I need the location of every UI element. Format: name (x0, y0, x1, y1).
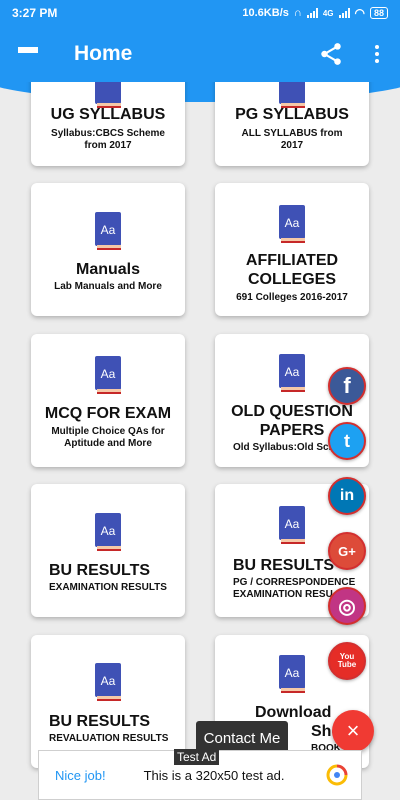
svg-text:Aa: Aa (101, 524, 116, 538)
book-icon: Aa (279, 655, 305, 693)
google-plus-button[interactable]: G+ (328, 532, 366, 570)
svg-text:Aa: Aa (285, 365, 300, 379)
ad-logo-icon (326, 764, 348, 786)
card-title: Manuals (75, 261, 140, 278)
card-title: BU RESULTS (49, 562, 151, 579)
card-title: PG SYLLABUS (235, 106, 349, 123)
svg-text:Aa: Aa (101, 674, 116, 688)
book-icon: Aa (279, 506, 305, 544)
card-title: UG SYLLABUS (50, 106, 166, 123)
book-icon: Aa (279, 205, 305, 243)
card-title: MCQ FOR EXAM (44, 405, 172, 422)
book-icon: Aa (95, 513, 121, 551)
svg-text:Aa: Aa (285, 517, 300, 531)
status-time: 3:27 PM (12, 6, 58, 20)
card-ug-syllabus[interactable]: UG SYLLABUS Syllabus:CBCS Scheme from 20… (31, 82, 185, 166)
youtube-button[interactable]: You Tube (328, 642, 366, 680)
status-bar: 3:27 PM 10.6KB/s ∩ 4G ◠ 88 (0, 0, 400, 26)
card-subtitle: 2017 (280, 140, 304, 151)
hamburger-icon (18, 47, 38, 61)
twitter-icon: t (344, 430, 350, 451)
card-manuals[interactable]: Aa Manuals Lab Manuals and More (31, 183, 185, 316)
card-subtitle: Syllabus:CBCS Scheme (51, 128, 165, 139)
overflow-menu-button[interactable] (354, 26, 400, 82)
instagram-button[interactable]: ◎ (328, 587, 366, 625)
svg-text:Aa: Aa (101, 367, 116, 381)
card-pg-syllabus[interactable]: PG SYLLABUS ALL SYLLABUS from 2017 (215, 82, 369, 166)
card-subtitle: ALL SYLLABUS from (241, 128, 343, 139)
book-icon: Aa (95, 212, 121, 250)
card-title: AFFILIATED (245, 252, 339, 269)
ad-banner[interactable]: Test Ad Nice job! This is a 320x50 test … (38, 749, 362, 800)
card-title: BU RESULTS (49, 713, 151, 730)
ad-label: Test Ad (174, 749, 220, 765)
twitter-button[interactable]: t (328, 422, 366, 460)
headset-icon: ∩ (293, 7, 302, 19)
card-title: COLLEGES (247, 271, 336, 288)
instagram-icon: ◎ (338, 595, 356, 618)
more-vert-icon (375, 45, 379, 63)
facebook-icon: f (343, 373, 351, 398)
card-subtitle: 691 Colleges 2016-2017 (236, 292, 348, 303)
card-subtitle: Aptitude and More (64, 438, 152, 449)
book-icon: Aa (95, 356, 121, 394)
linkedin-button[interactable]: in (328, 477, 366, 515)
svg-text:Aa: Aa (101, 223, 116, 237)
page-title: Home (74, 42, 133, 65)
card-subtitle: EXAMINATION RESULTS (49, 582, 167, 593)
signal-icon (306, 8, 318, 18)
linkedin-icon: in (339, 487, 355, 504)
card-grid[interactable]: UG SYLLABUS Syllabus:CBCS Scheme from 20… (0, 82, 400, 800)
network-speed: 10.6KB/s (242, 7, 289, 19)
card-subtitle: Lab Manuals and More (54, 281, 162, 292)
card-subtitle: Multiple Choice QAs for (51, 426, 165, 437)
card-subtitle: from 2017 (84, 140, 132, 151)
card-subtitle: REVALUATION RESULTS (49, 733, 169, 744)
ad-text: This is a 320x50 test ad. (143, 767, 285, 783)
menu-button[interactable] (0, 26, 56, 82)
app-bar: Home (0, 26, 400, 82)
card-bu-results-reval[interactable]: Aa BU RESULTS REVALUATION RESULTS (31, 635, 185, 768)
contact-fab[interactable]: × (332, 710, 374, 752)
battery-icon: 88 (369, 7, 388, 19)
network-type: 4G (322, 8, 334, 18)
wifi-icon: ◠ (354, 6, 365, 20)
card-bu-results-exam[interactable]: Aa BU RESULTS EXAMINATION RESULTS (31, 484, 185, 617)
signal-icon-2 (338, 8, 350, 18)
svg-text:Aa: Aa (285, 216, 300, 230)
book-icon: Aa (95, 663, 121, 701)
app-bar-actions (308, 26, 400, 82)
share-button[interactable] (308, 26, 354, 82)
close-icon: × (346, 718, 360, 743)
ad-nice-text: Nice job! (55, 767, 106, 783)
status-icons: 10.6KB/s ∩ 4G ◠ 88 (242, 6, 388, 20)
facebook-button[interactable]: f (328, 367, 366, 405)
youtube-icon: You Tube (337, 652, 357, 669)
svg-text:Aa: Aa (285, 666, 300, 680)
book-icon: Aa (279, 354, 305, 392)
card-affiliated-colleges[interactable]: Aa AFFILIATED COLLEGES 691 Colleges 2016… (215, 183, 369, 316)
google-plus-icon: G+ (338, 543, 356, 559)
card-mcq-for-exam[interactable]: Aa MCQ FOR EXAM Multiple Choice QAs for … (31, 334, 185, 467)
share-icon (321, 43, 341, 65)
